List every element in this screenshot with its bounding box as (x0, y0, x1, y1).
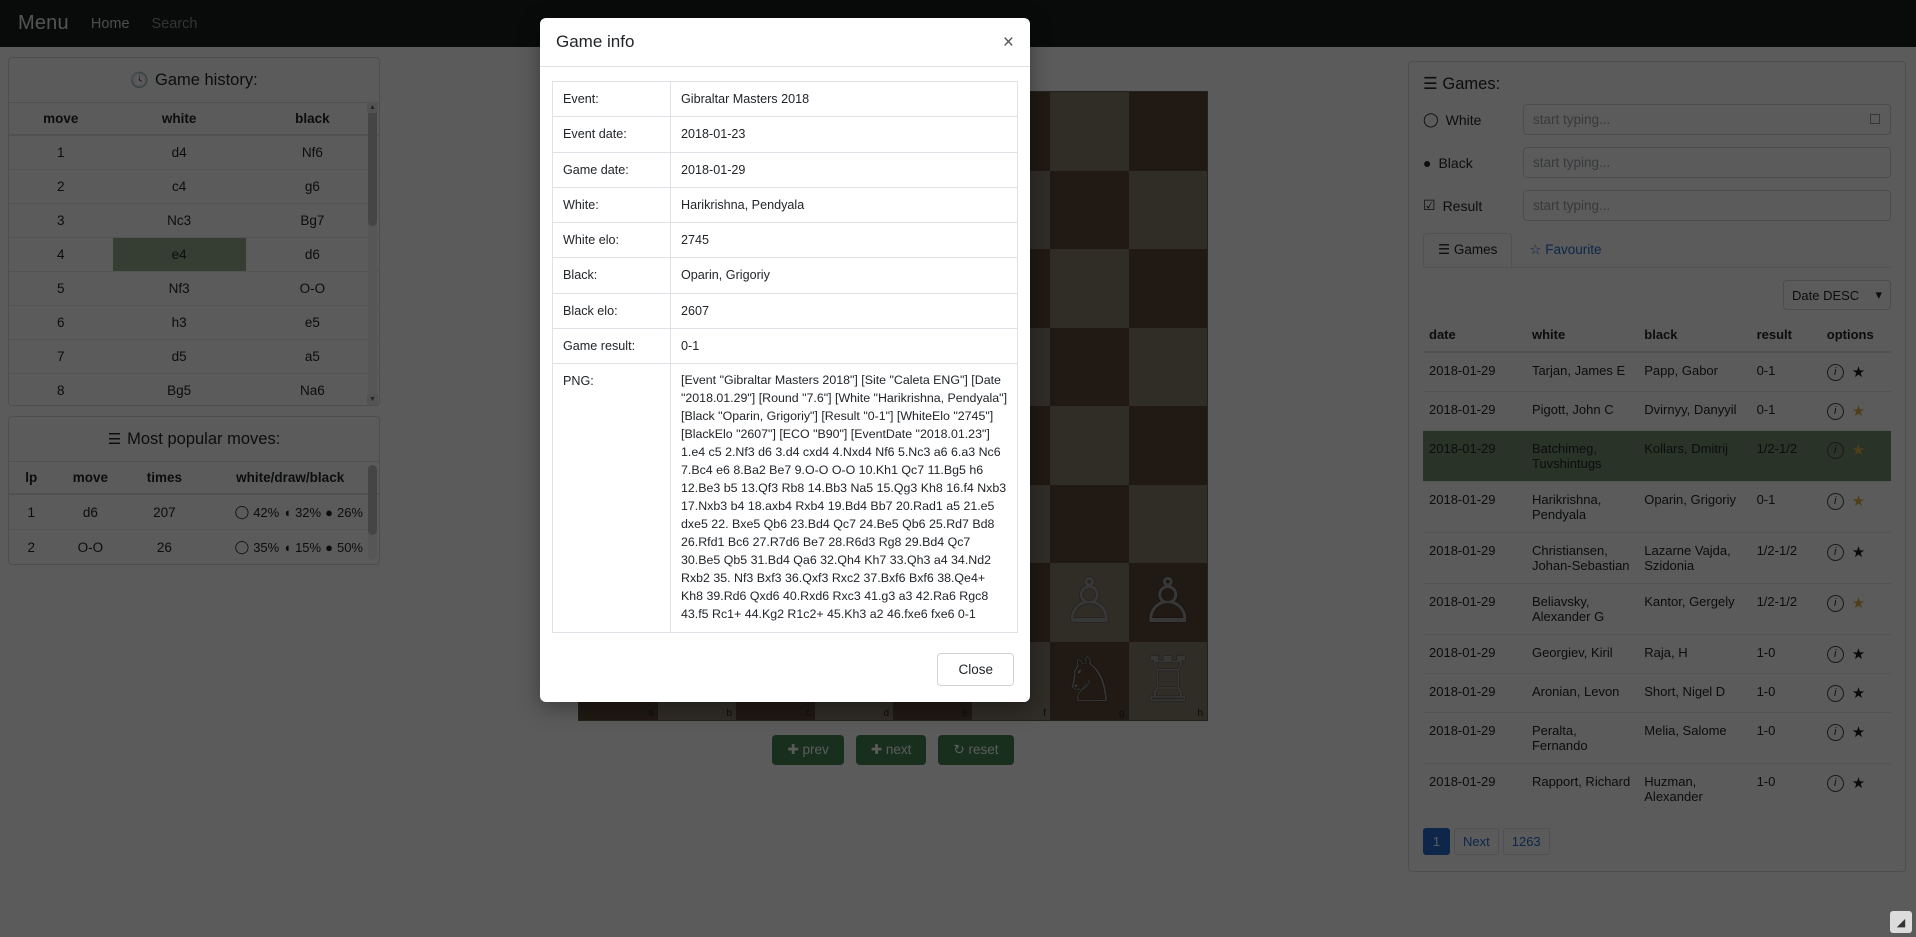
modal-header: Game info × (540, 18, 1030, 67)
info-key: Event date: (552, 116, 671, 153)
info-value: Gibraltar Masters 2018 (670, 80, 1018, 118)
info-key: Black: (552, 257, 671, 294)
info-row: Game result: 0-1 (552, 327, 1018, 365)
modal-title: Game info (556, 32, 635, 51)
info-row-pgn: PNG: [Event "Gibraltar Masters 2018"] [Si… (552, 363, 1018, 633)
game-info-table: Event: Gibraltar Masters 2018 Event date: 2… (552, 80, 1018, 633)
modal-footer: Close (540, 641, 1030, 702)
info-row: Black elo: 2607 (552, 292, 1018, 329)
info-row: Game date: 2018-01-29 (552, 151, 1018, 188)
info-value: Oparin, Grigoriy (670, 257, 1018, 294)
modal-body: Event: Gibraltar Masters 2018 Event date: 2… (540, 67, 1030, 641)
game-info-modal: Game info × Event: Gibraltar Masters 2018… (540, 18, 1030, 702)
info-value: 2607 (670, 292, 1018, 329)
info-value: Harikrishna, Pendyala (670, 186, 1018, 224)
info-row: Event date: 2018-01-23 (552, 116, 1018, 153)
info-key: Event: (552, 80, 671, 118)
info-value: 2018-01-23 (670, 116, 1018, 153)
info-key: Black elo: (552, 292, 671, 329)
info-value: 2745 (670, 221, 1018, 259)
info-row: White: Harikrishna, Pendyala (552, 186, 1018, 224)
info-value-pgn: [Event "Gibraltar Masters 2018"] [Site "… (670, 363, 1018, 633)
info-row: Event: Gibraltar Masters 2018 (552, 80, 1018, 118)
close-icon[interactable]: × (1003, 33, 1014, 52)
info-row: White elo: 2745 (552, 221, 1018, 259)
info-key: White elo: (552, 221, 671, 259)
resize-handle-icon[interactable]: ◢ (1890, 911, 1912, 933)
info-key: Game date: (552, 151, 671, 188)
info-key: Game result: (552, 327, 671, 365)
close-button[interactable]: Close (937, 652, 1014, 686)
info-value: 2018-01-29 (670, 151, 1018, 188)
info-row: Black: Oparin, Grigoriy (552, 257, 1018, 294)
info-key: White: (552, 186, 671, 224)
info-key-pgn: PNG: (552, 363, 671, 633)
info-value: 0-1 (670, 327, 1018, 365)
